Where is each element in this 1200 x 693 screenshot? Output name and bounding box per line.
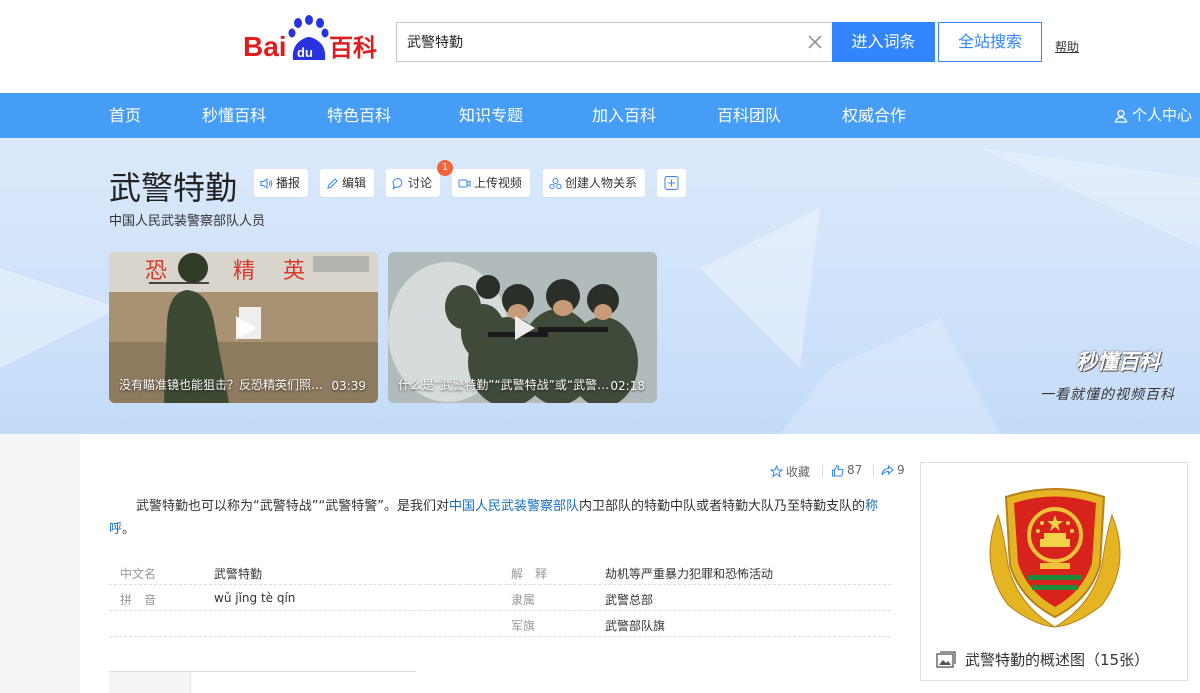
speaker-icon	[260, 177, 273, 189]
video-camera-icon	[458, 179, 471, 187]
left-sidebar-strip	[0, 434, 80, 693]
upload-video-label: 上传视频	[474, 176, 523, 190]
thumbs-up-icon	[832, 464, 844, 476]
summary-text: 。	[122, 522, 136, 537]
upload-video-button[interactable]: 上传视频	[452, 169, 531, 197]
svg-text:恐: 恐	[145, 259, 167, 284]
video-caption: 什么是“武警特勤”“武警特战”或“武警…	[398, 378, 610, 392]
video-caption: 没有瞄准镜也能狙击？反恐精英们照…	[119, 378, 324, 392]
baidu-baike-logo[interactable]: Bai du 百科	[243, 14, 385, 64]
like-button[interactable]: 87	[831, 463, 862, 477]
share-button[interactable]: 9	[881, 463, 905, 477]
summary-link-armed-police[interactable]: 中国人民武装警察部队	[449, 499, 579, 514]
basic-info-name: 隶属	[511, 593, 536, 607]
svg-text:英: 英	[283, 259, 305, 284]
enter-entry-button[interactable]: 进入词条	[832, 22, 935, 62]
search-box	[396, 22, 832, 62]
lemma-title: 武警特勤	[109, 169, 238, 207]
summary-text: 内卫部队的特勤中队或者特勤大队乃至特勤支队的	[578, 499, 865, 514]
armed-police-emblem-image[interactable]	[978, 475, 1132, 635]
collect-label: 收藏	[786, 465, 811, 479]
share-count: 9	[897, 463, 905, 477]
site-search-button[interactable]: 全站搜索	[938, 22, 1042, 62]
discuss-badge: 1	[437, 160, 453, 176]
basic-info-name: 拼 音	[120, 593, 157, 607]
like-count: 87	[847, 463, 863, 477]
basic-info-value: 武警总部	[605, 593, 654, 607]
nav-item-partners[interactable]: 权威合作	[842, 93, 906, 138]
svg-text:du: du	[297, 45, 313, 60]
relation-icon	[549, 177, 562, 189]
chat-bubble-icon	[392, 177, 403, 190]
add-button[interactable]	[657, 169, 686, 197]
video-card-2[interactable]: 什么是“武警特勤”“武警特战”或“武警… 02:18	[388, 252, 657, 403]
play-icon[interactable]	[507, 312, 539, 344]
basic-info-name: 中文名	[120, 567, 157, 581]
svg-text:Bai: Bai	[243, 31, 287, 62]
nav-item-miaodong[interactable]: 秒懂百科	[202, 93, 266, 138]
help-link[interactable]: 帮助	[1055, 38, 1079, 55]
nav-item-featured[interactable]: 特色百科	[327, 93, 391, 138]
edit-label: 编辑	[342, 176, 367, 190]
lemma-subtitle: 中国人民武装警察部队人员	[109, 214, 266, 229]
basic-info-value: wǔ jǐng tè qín	[214, 591, 296, 605]
page-header: Bai du 百科 进入词条 全站搜索 帮助	[0, 0, 1200, 93]
discuss-button[interactable]: 讨论	[386, 169, 441, 197]
play-icon[interactable]	[228, 312, 260, 344]
user-icon	[1114, 109, 1128, 123]
plus-icon	[664, 176, 679, 190]
nav-item-home[interactable]: 首页	[109, 93, 141, 138]
miaodong-logo[interactable]: 秒懂百科	[1076, 346, 1160, 376]
summary-text: 武警特勤也可以称为“武警特战”“武警特警”。是我们对	[136, 499, 449, 514]
basic-info-value: 武警特勤	[214, 567, 263, 581]
star-icon	[770, 465, 783, 478]
edit-button[interactable]: 编辑	[320, 169, 375, 197]
share-icon	[881, 464, 894, 475]
stats-divider	[873, 465, 874, 478]
collect-button[interactable]: 收藏	[770, 463, 810, 480]
basic-info-row: 中文名 武警特勤 解 释 劫机等严重暴力犯罪和恐怖活动	[109, 559, 891, 585]
catalog-tab[interactable]	[109, 672, 191, 693]
user-center-label: 个人中心	[1131, 106, 1192, 124]
main-nav: 首页 秒懂百科 特色百科 知识专题 加入百科 百科团队 权威合作 个人中心	[0, 93, 1200, 138]
basic-info-value: 武警部队旗	[605, 619, 666, 633]
summary-album[interactable]: 武警特勤的概述图（15张）	[920, 462, 1188, 681]
video-duration: 03:39	[331, 379, 366, 393]
album-caption[interactable]: 武警特勤的概述图（15张）	[935, 649, 1149, 670]
broadcast-label: 播报	[276, 176, 301, 190]
close-icon[interactable]	[805, 32, 825, 52]
svg-text:百科: 百科	[329, 34, 377, 62]
basic-info-name: 军旗	[511, 619, 536, 633]
album-caption-text: 武警特勤的概述图（15张）	[965, 651, 1150, 669]
nav-item-team[interactable]: 百科团队	[717, 93, 781, 138]
lemma-banner: 武警特勤 播报 编辑 讨论 1 上传视频 创建人物关系 中国人民武装警察部队人员…	[0, 138, 1200, 434]
basic-info-value: 劫机等严重暴力犯罪和恐怖活动	[605, 567, 774, 581]
lemma-summary: 武警特勤也可以称为“武警特战”“武警特警”。是我们对中国人民武装警察部队内卫部队…	[109, 495, 897, 541]
svg-text:精: 精	[233, 259, 255, 284]
basic-info-name: 解 释	[511, 567, 548, 581]
broadcast-button[interactable]: 播报	[254, 169, 309, 197]
basic-info-row: 军旗 武警部队旗	[109, 611, 891, 637]
nav-item-topics[interactable]: 知识专题	[459, 93, 523, 138]
create-relation-label: 创建人物关系	[565, 176, 638, 190]
user-center-link[interactable]: 个人中心	[1114, 93, 1192, 138]
video-card-1[interactable]: 恐 精 英 没有瞄准镜也能狙击？反恐精英们照… 03:39	[109, 252, 378, 403]
video-duration: 02:18	[610, 379, 645, 393]
miaodong-slogan: 一看就懂的视频百科	[1040, 387, 1175, 403]
discuss-label: 讨论	[408, 176, 433, 190]
search-input[interactable]	[397, 23, 787, 61]
image-icon	[936, 650, 956, 668]
nav-item-join[interactable]: 加入百科	[592, 93, 656, 138]
create-relation-button[interactable]: 创建人物关系	[543, 169, 646, 197]
pencil-icon	[327, 177, 338, 189]
stats-divider	[822, 465, 823, 478]
basic-info-row: 拼 音 wǔ jǐng tè qín 隶属 武警总部	[109, 585, 891, 611]
